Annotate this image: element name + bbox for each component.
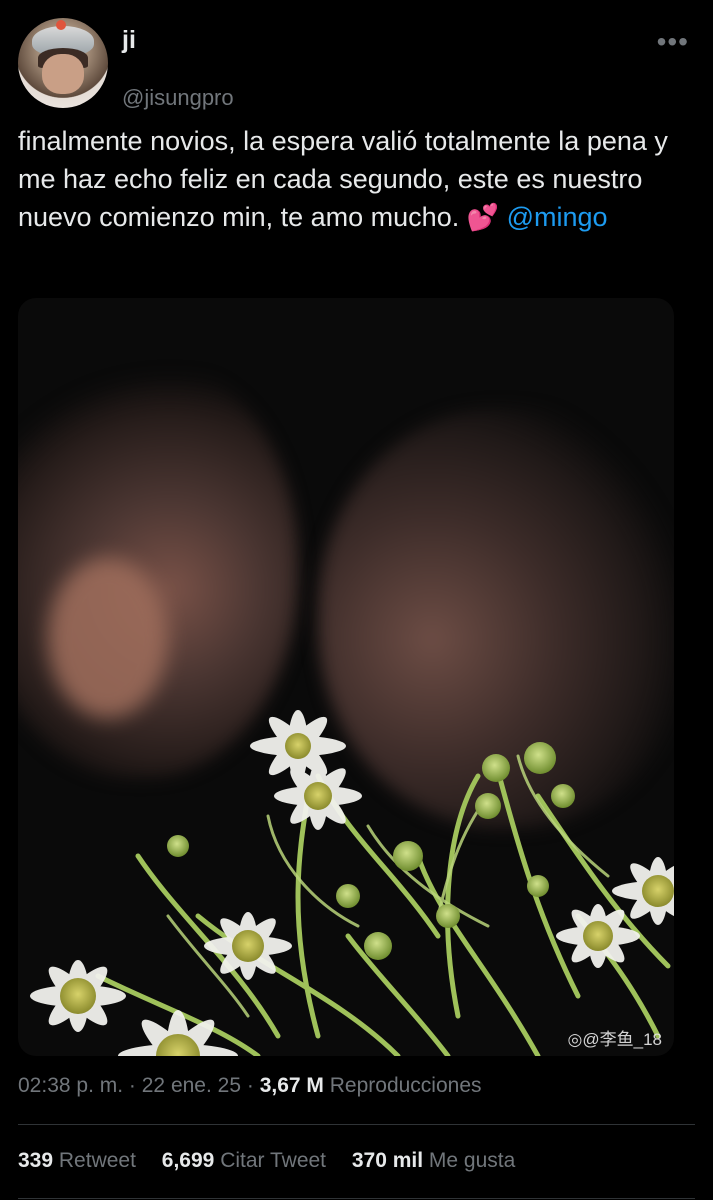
meta-separator: · — [128, 1074, 136, 1097]
retweets-count: 339 — [18, 1149, 54, 1172]
tweet-header: ji @jisungpro ••• — [18, 18, 693, 110]
quotes-stat[interactable]: 6,699 Citar Tweet — [162, 1149, 326, 1172]
photo-watermark: ◎@李鱼_18 — [567, 1030, 662, 1049]
avatar-cherry — [56, 20, 66, 30]
tweet-text: finalmente novios, la espera valió total… — [18, 122, 703, 236]
views-label[interactable]: Reproducciones — [330, 1074, 482, 1097]
avatar-face — [42, 54, 84, 94]
retweets-label: Retweet — [58, 1149, 136, 1172]
tweet-date[interactable]: 22 ene. 25 — [142, 1074, 241, 1097]
retweets-stat[interactable]: 339 Retweet — [18, 1149, 136, 1172]
display-name[interactable]: ji — [122, 26, 136, 55]
divider — [18, 1198, 695, 1199]
user-handle[interactable]: @jisungpro — [122, 85, 234, 111]
likes-label: Me gusta — [428, 1149, 516, 1172]
chamomile-bouquet — [30, 710, 674, 1056]
tweet-time[interactable]: 02:38 p. m. — [18, 1074, 123, 1097]
meta-separator: · — [246, 1074, 254, 1097]
views-count[interactable]: 3,67 M — [260, 1074, 324, 1097]
likes-count: 370 mil — [351, 1149, 424, 1172]
quotes-label: Citar Tweet — [220, 1149, 327, 1172]
tweet-meta: 02:38 p. m. · 22 ene. 25 · 3,67 M Reprod… — [18, 1074, 482, 1098]
avatar[interactable] — [18, 18, 108, 108]
divider — [18, 1124, 695, 1125]
more-horizontal-icon[interactable]: ••• — [657, 28, 689, 56]
tweet-photo[interactable]: ◎@李鱼_18 — [18, 298, 674, 1056]
quotes-count: 6,699 — [161, 1149, 215, 1172]
tweet-stats: 339 Retweet 6,699 Citar Tweet 370 mil Me… — [18, 1149, 535, 1173]
hearts-emoji: 💕 — [466, 202, 500, 232]
likes-stat[interactable]: 370 mil Me gusta — [352, 1149, 515, 1172]
mention-link[interactable]: @mingo — [507, 202, 608, 232]
